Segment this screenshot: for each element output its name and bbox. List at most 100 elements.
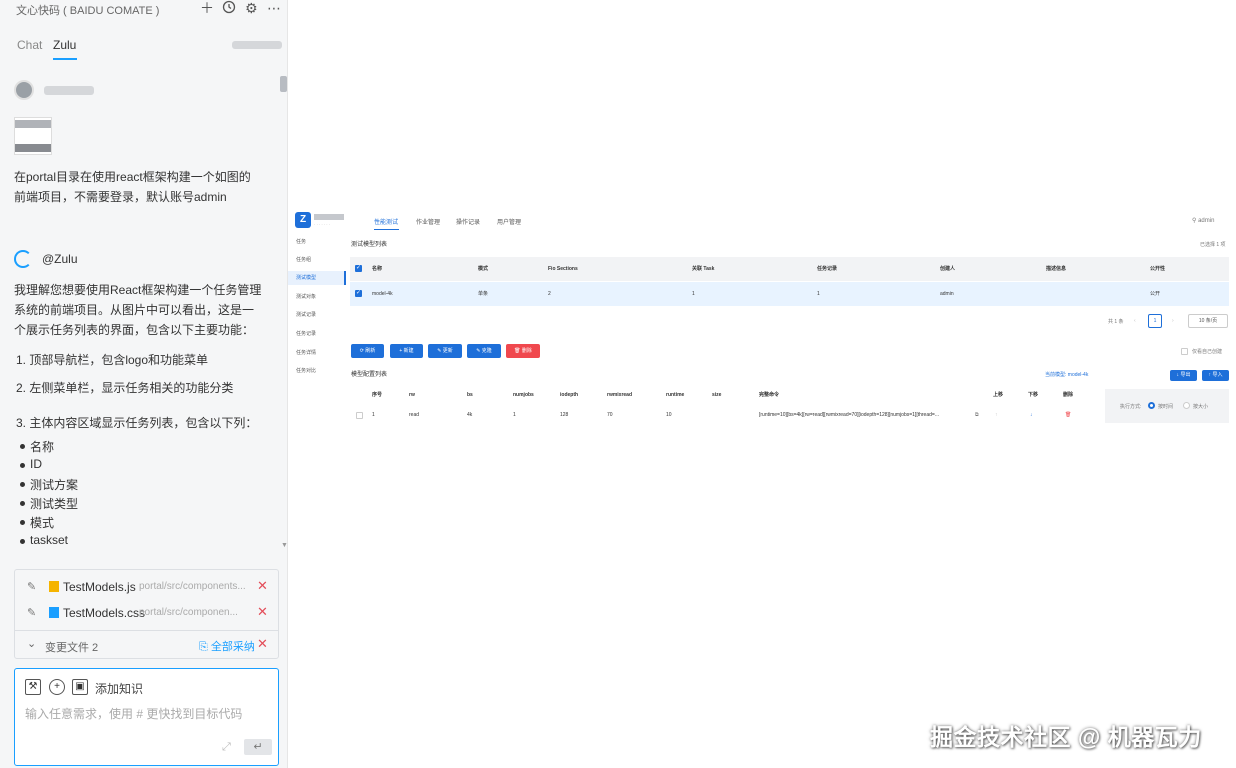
select-all-checkbox[interactable]: ✓	[355, 265, 362, 272]
sidebar-item[interactable]: 任务对比	[288, 364, 346, 378]
column-header[interactable]: 任务记录	[817, 257, 837, 281]
history-icon[interactable]	[222, 0, 236, 17]
column-header: iodepth	[560, 392, 579, 398]
row-checkbox[interactable]	[356, 412, 363, 419]
only-mine-checkbox[interactable]	[1181, 348, 1188, 355]
assistant-intro: 我理解您想要使用React框架构建一个任务管理 系统的前端项目。从图片中可以看出…	[14, 280, 270, 340]
chat-input-placeholder[interactable]: 输入任意需求，使用 # 更快找到目标代码	[25, 705, 242, 722]
send-button[interactable]: ↵	[244, 739, 272, 755]
column-header[interactable]: 名称	[372, 257, 382, 281]
column-header[interactable]: 公开性	[1150, 257, 1165, 281]
table-row[interactable]: ✓ model-4k 单条 2 1 1 admin 公开	[350, 282, 1229, 306]
column-header: 序号	[372, 392, 383, 398]
edit-icon[interactable]: ✎	[27, 606, 36, 619]
refresh-button[interactable]: ⟳ 刷新	[351, 344, 384, 358]
chat-header: 文心快码 ( BAIDU COMATE ) ＋ ⚙ ⋯	[0, 0, 288, 18]
export-button[interactable]: ↓ 导出	[1170, 370, 1197, 381]
exec-mode-label: 执行方式:	[1120, 404, 1142, 410]
accept-all-button[interactable]: ⎘ 全部采纳	[199, 638, 255, 654]
add-circle-icon[interactable]: +	[49, 679, 65, 695]
file-name[interactable]: TestModels.js	[63, 580, 136, 594]
column-header[interactable]: 模式	[478, 257, 488, 281]
files-footer: ⌄ 变更文件 2 ⎘ 全部采纳 ✕	[15, 630, 278, 658]
table-cell: [runtime=10][bs=4k][rw=read][rwmixread=7…	[759, 412, 939, 418]
blurred-brand-name	[314, 214, 344, 220]
sidebar-item[interactable]: 测试对象	[288, 290, 346, 304]
scroll-down-icon[interactable]: ▼	[281, 542, 288, 549]
tab-chat[interactable]: Chat	[17, 38, 42, 52]
prev-page-icon[interactable]: ‹	[1134, 318, 1136, 324]
table-cell: 单条	[478, 291, 489, 297]
chat-input-box[interactable]: ⚒ + ▣ 添加知识 输入任意需求，使用 # 更快找到目标代码 ⤢ ↵	[14, 668, 279, 766]
radio-by-time[interactable]	[1148, 402, 1155, 409]
move-down-icon[interactable]: ↓	[1030, 405, 1033, 425]
expand-icon[interactable]: ⤢	[222, 741, 231, 754]
new-button[interactable]: + 新建	[390, 344, 423, 358]
table-cell: 128	[560, 412, 569, 418]
assistant-text-line: 我理解您想要使用React框架构建一个任务管理	[14, 283, 262, 297]
table-cell: 10	[666, 412, 672, 418]
button-label: 删除	[521, 348, 532, 354]
app-title: 文心快码 ( BAIDU COMATE )	[16, 5, 160, 17]
only-mine-label: 仅看自己创建	[1192, 349, 1223, 355]
import-button[interactable]: ↑ 导入	[1202, 370, 1229, 381]
tab-zulu[interactable]: Zulu	[53, 38, 76, 52]
brand-subtitle: · · · · · · ·	[314, 222, 330, 227]
column-header: size	[712, 392, 722, 398]
reject-file-icon[interactable]: ✕	[257, 578, 268, 594]
table-cell: model-4k	[372, 291, 393, 297]
update-button[interactable]: ✎ 更新	[428, 344, 462, 358]
page-number[interactable]: 1	[1148, 314, 1162, 328]
column-header[interactable]: 关联 Task	[692, 257, 714, 281]
column-header[interactable]: 描述信息	[1046, 257, 1066, 281]
column-header: 下移	[1028, 392, 1039, 398]
move-up-icon[interactable]: ↑	[995, 405, 998, 425]
scrollbar-thumb[interactable]	[280, 76, 287, 92]
sidebar-item[interactable]: 测试模型	[288, 271, 346, 285]
button-label: 导入	[1212, 372, 1223, 378]
copy-icon[interactable]: ⧉	[975, 405, 979, 425]
nav-item[interactable]: 用户管理	[497, 217, 521, 226]
delete-button[interactable]: 🗑 删除	[506, 344, 540, 358]
nav-item[interactable]: 操作记录	[456, 217, 480, 226]
attached-image-thumbnail[interactable]	[14, 117, 52, 155]
file-row[interactable]: ✎ TestModels.js portal/src/components...…	[15, 574, 278, 600]
row-checkbox[interactable]: ✓	[355, 290, 362, 297]
hammer-icon[interactable]: ⚒	[25, 679, 41, 695]
column-header[interactable]: 创建人	[940, 257, 955, 281]
user-avatar	[14, 80, 34, 100]
table-row[interactable]: 1 read 4k 1 128 70 10 [runtime=10][bs=4k…	[350, 405, 1093, 425]
more-icon[interactable]: ⋯	[267, 0, 281, 16]
table-cell: 1	[817, 291, 820, 297]
chevron-down-icon[interactable]: ⌄	[27, 637, 36, 650]
next-page-icon[interactable]: ›	[1172, 318, 1174, 324]
reject-file-icon[interactable]: ✕	[257, 604, 268, 620]
plus-icon[interactable]: ＋	[200, 0, 214, 16]
nav-item[interactable]: 作业管理	[416, 217, 440, 226]
file-row[interactable]: ✎ TestModels.css portal/src/componen... …	[15, 600, 278, 626]
add-knowledge-button[interactable]: 添加知识	[95, 680, 143, 697]
gear-icon[interactable]: ⚙	[245, 0, 258, 16]
button-label: 克隆	[481, 348, 492, 354]
assistant-name: @Zulu	[42, 252, 78, 266]
file-name[interactable]: TestModels.css	[63, 606, 145, 620]
table-cell: 公开	[1150, 291, 1161, 297]
user-menu[interactable]: ⚲ admin	[1192, 217, 1214, 224]
sidebar-item[interactable]: 测试记录	[288, 308, 346, 322]
reject-all-icon[interactable]: ✕	[257, 636, 268, 652]
edit-icon[interactable]: ✎	[27, 580, 36, 593]
sidebar-item[interactable]: 任务组	[288, 253, 346, 267]
file-path: portal/src/componen...	[139, 607, 238, 618]
delete-row-icon[interactable]: 🗑	[1065, 405, 1071, 425]
image-icon[interactable]: ▣	[72, 679, 88, 695]
radio-by-size[interactable]	[1183, 402, 1190, 409]
column-header[interactable]: Fio Sections	[548, 257, 578, 281]
sidebar-item[interactable]: 任务记录	[288, 327, 346, 341]
column-item: 测试类型	[19, 497, 79, 511]
page-size-select[interactable]: 10 条/页	[1188, 314, 1228, 328]
sidebar-item[interactable]: 任务	[288, 235, 346, 249]
sidebar-item[interactable]: 任务详情	[288, 346, 346, 360]
radio-label: 按时间	[1158, 404, 1174, 410]
clone-button[interactable]: ✎ 克隆	[467, 344, 501, 358]
nav-item[interactable]: 性能测试	[374, 217, 398, 226]
